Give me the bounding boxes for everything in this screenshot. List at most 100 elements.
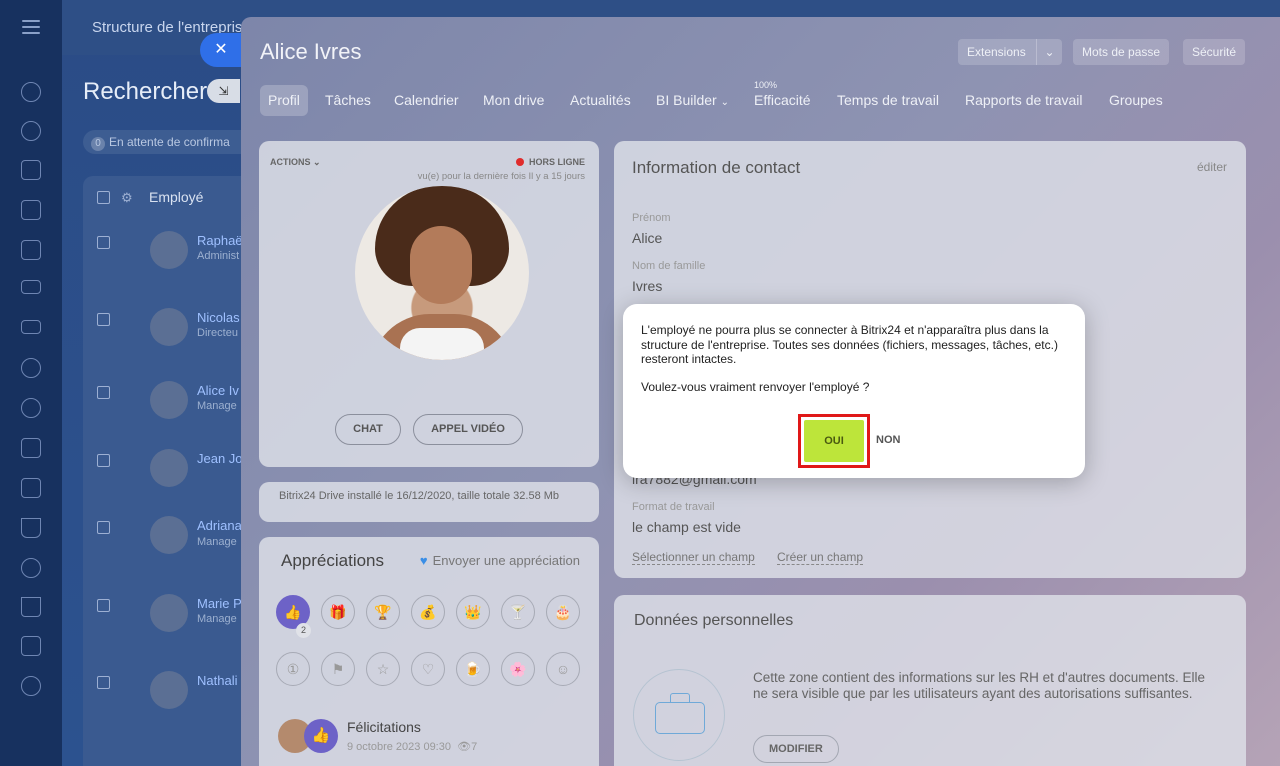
kudo-title[interactable]: Félicitations: [347, 719, 421, 735]
star-icon[interactable]: ☆: [366, 652, 400, 686]
create-field-link[interactable]: Créer un champ: [777, 550, 864, 565]
yes-button[interactable]: OUI: [804, 420, 864, 462]
video-call-button[interactable]: APPEL VIDÉO: [413, 414, 523, 445]
work-format-value: le champ est vide: [632, 519, 741, 535]
table-row-name[interactable]: Nathali: [197, 673, 237, 688]
tab-work-reports[interactable]: Rapports de travail: [965, 85, 1083, 116]
search-title: Rechercher: [83, 78, 208, 105]
table-row-name[interactable]: Raphaë: [197, 233, 243, 248]
extensions-button[interactable]: Extensions ⌄: [958, 39, 1062, 65]
table-row-name[interactable]: Jean Jo: [197, 451, 243, 466]
row-checkbox[interactable]: [97, 386, 110, 399]
tab-worktime[interactable]: Temps de travail: [837, 85, 939, 116]
chat-icon[interactable]: [21, 121, 41, 141]
trophy-icon[interactable]: 🏆: [366, 595, 400, 629]
status-label: HORS LIGNE: [528, 157, 585, 167]
feed-icon[interactable]: [21, 160, 41, 180]
kudo-date: 9 octobre 2023 09:30: [347, 741, 451, 753]
table-row-name[interactable]: Marie P: [197, 596, 242, 611]
beer-icon[interactable]: 🍺: [456, 652, 490, 686]
table-row-name[interactable]: Alice Iv: [197, 383, 239, 398]
gift-icon[interactable]: 🎁: [321, 595, 355, 629]
tab-groups[interactable]: Groupes: [1109, 85, 1163, 116]
personal-data-title: Données personnelles: [634, 612, 794, 629]
contact-title: Information de contact: [632, 158, 801, 177]
status-badge: HORS LIGNE: [515, 157, 585, 167]
users-icon[interactable]: [21, 676, 41, 696]
groups-icon[interactable]: [21, 358, 41, 378]
document-icon[interactable]: [21, 240, 41, 260]
money-bag-icon[interactable]: 💰: [411, 595, 445, 629]
briefcase-illustration: [633, 669, 725, 761]
cocktail-icon[interactable]: 🍸: [501, 595, 535, 629]
shield-icon[interactable]: [21, 398, 41, 418]
pending-filter[interactable]: 0 En attente de confirma: [83, 130, 253, 154]
actions-menu[interactable]: ACTIONS ⌄: [270, 157, 321, 168]
tab-news[interactable]: Actualités: [570, 85, 631, 116]
checklist-icon[interactable]: [21, 478, 41, 498]
gear-icon[interactable]: ⚙: [121, 190, 133, 206]
no-button[interactable]: NON: [876, 434, 900, 446]
last-name-value: Ivres: [632, 278, 663, 294]
profile-photo[interactable]: [355, 186, 529, 360]
tab-drive[interactable]: Mon drive: [483, 85, 544, 116]
send-appreciation-link[interactable]: ♥ Envoyer une appréciation: [420, 553, 580, 568]
row-checkbox[interactable]: [97, 676, 110, 689]
pending-count: 0: [91, 137, 105, 151]
flower-icon[interactable]: 🌸: [501, 652, 535, 686]
employee-column-header: Employé: [149, 189, 204, 205]
menu-icon[interactable]: [22, 20, 40, 34]
table-row-name[interactable]: Nicolas: [197, 310, 240, 325]
table-row-name[interactable]: Adriana: [197, 518, 242, 533]
kudo-views: 7: [471, 741, 478, 753]
fire-employee-dialog: L'employé ne pourra plus se connecter à …: [623, 304, 1085, 478]
chevron-down-icon[interactable]: ⌄: [1036, 39, 1062, 65]
chat-button[interactable]: CHAT: [335, 414, 401, 445]
first-name-value: Alice: [632, 230, 663, 246]
row-checkbox[interactable]: [97, 236, 110, 249]
tab-bi-builder[interactable]: BI Builder ⌄: [656, 85, 729, 116]
heart-outline-icon[interactable]: ♡: [411, 652, 445, 686]
chevron-down-icon: ⌄: [313, 157, 321, 167]
row-checkbox[interactable]: [97, 313, 110, 326]
avatar: [150, 381, 188, 419]
drive-info: Bitrix24 Drive installé le 16/12/2020, t…: [259, 482, 599, 522]
avatar: [150, 671, 188, 709]
row-checkbox[interactable]: [97, 454, 110, 467]
chevron-down-icon: ⌄: [720, 97, 729, 108]
select-field-link[interactable]: Sélectionner un champ: [632, 550, 755, 565]
passwords-button[interactable]: Mots de passe: [1073, 39, 1170, 65]
cake-icon[interactable]: 🎂: [546, 595, 580, 629]
tab-tasks[interactable]: Tâches: [325, 85, 371, 116]
box-icon[interactable]: [21, 558, 41, 578]
tab-profile[interactable]: Profil: [260, 85, 308, 116]
row-checkbox[interactable]: [97, 599, 110, 612]
appreciations-card: Appréciations ♥ Envoyer une appréciation …: [259, 537, 599, 766]
flag-icon[interactable]: ⚑: [321, 652, 355, 686]
tab-efficiency[interactable]: Efficacité: [754, 85, 811, 116]
tab-calendar[interactable]: Calendrier: [394, 85, 459, 116]
cart-icon[interactable]: [21, 597, 41, 617]
minimize-slider-button[interactable]: ⇲: [207, 79, 240, 103]
edit-link[interactable]: éditer: [1197, 160, 1227, 174]
crown-icon[interactable]: 👑: [456, 595, 490, 629]
select-all-checkbox[interactable]: [97, 191, 110, 204]
extensions-label: Extensions: [967, 45, 1026, 59]
filter-icon[interactable]: [21, 518, 41, 538]
send-appreciation-label: Envoyer une appréciation: [432, 553, 580, 568]
activity-icon[interactable]: [21, 82, 41, 102]
security-button[interactable]: Sécurité: [1183, 39, 1246, 65]
badge-count: 2: [296, 623, 311, 638]
id-card-icon[interactable]: [21, 636, 41, 656]
number-one-icon[interactable]: ①: [276, 652, 310, 686]
smiley-icon[interactable]: ☺: [546, 652, 580, 686]
calendar-icon[interactable]: [21, 200, 41, 220]
drive-icon[interactable]: [21, 280, 41, 294]
modify-button[interactable]: MODIFIER: [753, 735, 839, 763]
table-row-role: Manage: [197, 613, 237, 625]
close-slider-button[interactable]: ✕: [200, 33, 242, 67]
work-format-label: Format de travail: [632, 501, 715, 513]
presentation-icon[interactable]: [21, 438, 41, 458]
mail-icon[interactable]: [21, 320, 41, 334]
row-checkbox[interactable]: [97, 521, 110, 534]
